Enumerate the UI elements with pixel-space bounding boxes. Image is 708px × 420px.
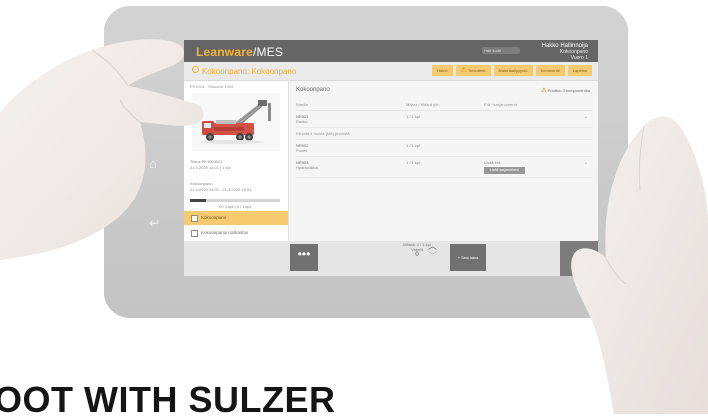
quantity-stepper[interactable]: ︿ ﹀ <box>428 241 437 261</box>
warning-icon: ⚠ <box>460 67 467 74</box>
slogan-text: OOT WITH SULZER <box>0 379 336 420</box>
order-date: 21.3.2020 14:01 | 1 kpl <box>190 165 231 170</box>
page-title: Kokoonpano: Kokoonpano <box>202 67 297 76</box>
task-label: Kokoonpano <box>201 215 227 220</box>
item-serial <box>484 143 592 153</box>
instruction-row: Kiinnitä 4 ruuvia (M8) ja kiristä <box>296 128 592 140</box>
logo-brand: Leanware <box>196 45 253 59</box>
user-info[interactable]: Hakko Hallinnoija Kokoonpano Vuoro 1 <box>542 43 588 61</box>
item-name: Runko <box>296 119 308 124</box>
chevron-down-icon[interactable]: ⌄ <box>584 161 588 166</box>
item-qty: 1 / 1 kpl <box>406 114 421 119</box>
task-item-assembly[interactable]: Kokoonpano <box>184 211 288 225</box>
logo-product: MES <box>256 45 284 59</box>
next-label: Seuraava <box>461 255 479 260</box>
toolbar-button-3[interactable]: Kommentti <box>535 65 565 76</box>
fire-truck-image <box>200 100 271 144</box>
toolbar-button-1[interactable]: ⚠Tiedotteet <box>455 65 491 76</box>
toolbar-button-0[interactable]: Häiriö <box>432 65 453 76</box>
chevron-down-icon[interactable]: ⌄ <box>584 115 588 120</box>
more-button[interactable]: ••• <box>290 244 318 271</box>
table-row[interactable]: NR502 Puomi 1 / 1 kpl <box>296 140 592 157</box>
chevron-down-icon[interactable]: ﹀ <box>428 251 437 261</box>
done-button[interactable]: ✓ Valmis <box>560 241 598 276</box>
column-header-item: Nimike <box>296 102 309 107</box>
left-panel: PK1004 - Tilausrivi 1004 Tilaus PK100400… <box>184 81 289 241</box>
item-name: Hydrauliikka <box>296 165 318 170</box>
task-item-inspection[interactable]: Kokoonpanon tarkastus <box>184 226 288 240</box>
checkbox-icon[interactable] <box>191 215 198 222</box>
add-serial-button[interactable]: Lisää sarjanumero <box>484 167 525 174</box>
warning-text: Puuttuu 3 komponenttia <box>547 88 590 93</box>
toolbar-button-label: Häiriö <box>437 68 448 73</box>
workstation-icon <box>192 66 199 73</box>
component-table: Nimike Määrä / Määrä yht. Erä / sarjanum… <box>296 99 592 178</box>
column-header-serial: Erä / sarjanumerot <box>484 102 517 107</box>
table-row[interactable]: NR501 Runko 1 / 1 kpl ⌄ <box>296 111 592 128</box>
chevron-up-icon[interactable]: ︿ <box>428 241 437 251</box>
toolbar: Kokoonpano: Kokoonpano Häiriö ⚠Tiedotteet… <box>184 62 598 81</box>
missing-components-warning[interactable]: ⚠ Puuttuu 3 komponenttia <box>541 87 590 94</box>
app-logo: Leanware/MES <box>196 45 284 59</box>
item-serial <box>484 114 592 124</box>
section-title: Kokoonpano <box>296 87 330 93</box>
tablet-screen: Leanware/MES Hae tuote Hakko Hallinnoija… <box>184 40 598 276</box>
toolbar-button-label: Lopetus <box>572 68 587 73</box>
work-time: 21.3.2020 14:01 - 21.3.2020 15:01 <box>190 187 252 192</box>
product-image <box>192 93 280 151</box>
order-info: Tilaus PK1004001 21.3.2020 14:01 | 1 kpl <box>190 159 231 171</box>
home-icon[interactable]: ⌂ <box>149 156 157 171</box>
item-serial: Lisää erä <box>484 160 501 165</box>
toolbar-button-2[interactable]: Materiaalipyyntö <box>493 65 533 76</box>
back-icon[interactable]: ↩ <box>149 216 159 230</box>
checkbox-icon[interactable] <box>191 230 198 237</box>
toolbar-button-4[interactable]: Lopetus <box>567 65 592 76</box>
toolbar-button-label: Tiedotteet <box>467 68 486 73</box>
toolbar-button-label: Materiaalipyyntö <box>498 68 528 73</box>
warning-icon: ⚠ <box>541 88 547 94</box>
toolbar-button-label: Kommentti <box>540 68 560 73</box>
progress-bar <box>190 199 280 202</box>
item-name: Puomi <box>296 148 308 153</box>
bottom-bar: ••• Määrä: 0 / 1 kpl Valmiit 0 ︿ ﹀ + Seu… <box>184 241 598 276</box>
done-label: Valmis <box>575 256 588 261</box>
progress-text: 0 / 1 kpl | 0 / 1 kpl <box>219 204 251 209</box>
task-label: Kokoonpanon tarkastus <box>201 230 249 235</box>
breadcrumb: PK1004 - Tilausrivi 1004 <box>190 84 234 89</box>
next-button[interactable]: + Seuraava <box>450 244 486 271</box>
table-header: Nimike Määrä / Määrä yht. Erä / sarjanum… <box>296 99 592 111</box>
table-row[interactable]: NR503 Hydrauliikka 1 / 1 kpl Lisää erä L… <box>296 157 592 178</box>
search-input[interactable]: Hae tuote <box>482 47 520 54</box>
toolbar-buttons: Häiriö ⚠Tiedotteet Materiaalipyyntö Komment… <box>432 65 592 76</box>
column-header-qty: Määrä / Määrä yht. <box>406 102 440 107</box>
app-header: Leanware/MES Hae tuote Hakko Hallinnoija… <box>184 40 598 62</box>
user-shift: Vuoro 1 <box>570 55 588 61</box>
work-phase-info: Kokoonpano 21.3.2020 14:01 - 21.3.2020 1… <box>190 181 251 193</box>
item-qty: 1 / 1 kpl <box>406 160 421 165</box>
main-panel: Kokoonpano ⚠ Puuttuu 3 komponenttia Nimi… <box>290 81 598 241</box>
item-qty: 1 / 1 kpl <box>406 143 421 148</box>
